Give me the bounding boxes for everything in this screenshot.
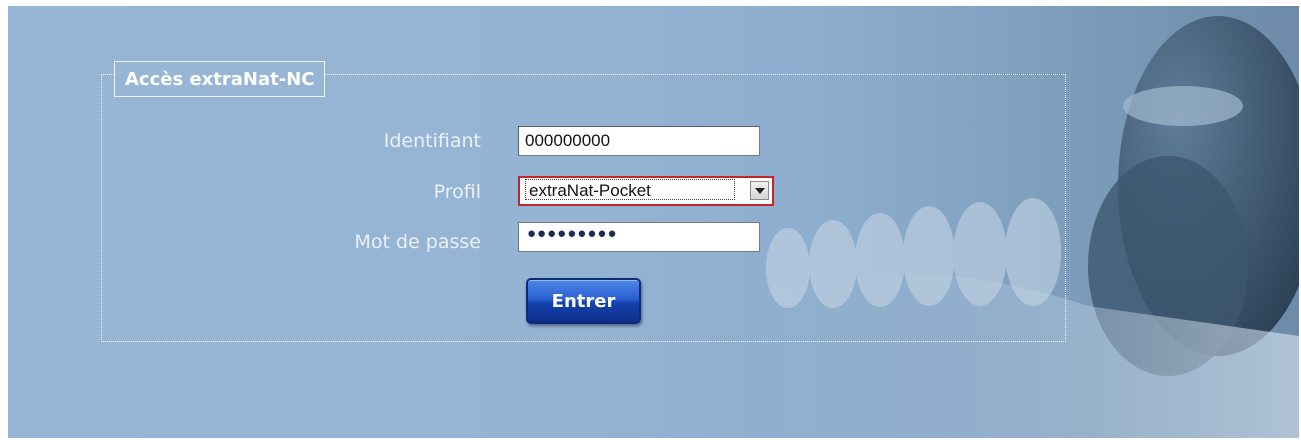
chevron-down-icon[interactable] <box>750 181 769 200</box>
profil-select[interactable]: extraNat-Pocket <box>518 176 774 206</box>
identifiant-input[interactable] <box>518 126 760 156</box>
login-legend: Accès extraNat-NC <box>114 61 326 97</box>
submit-button[interactable]: Entrer <box>526 278 641 324</box>
password-input[interactable]: ●●●●●●●●● <box>518 222 760 252</box>
login-panel: Accès extraNat-NC Identifiant Profil ext… <box>8 6 1299 438</box>
profil-select-value: extraNat-Pocket <box>525 179 735 200</box>
profil-label: Profil <box>433 181 481 203</box>
identifiant-label: Identifiant <box>383 130 481 152</box>
password-label: Mot de passe <box>354 231 482 253</box>
